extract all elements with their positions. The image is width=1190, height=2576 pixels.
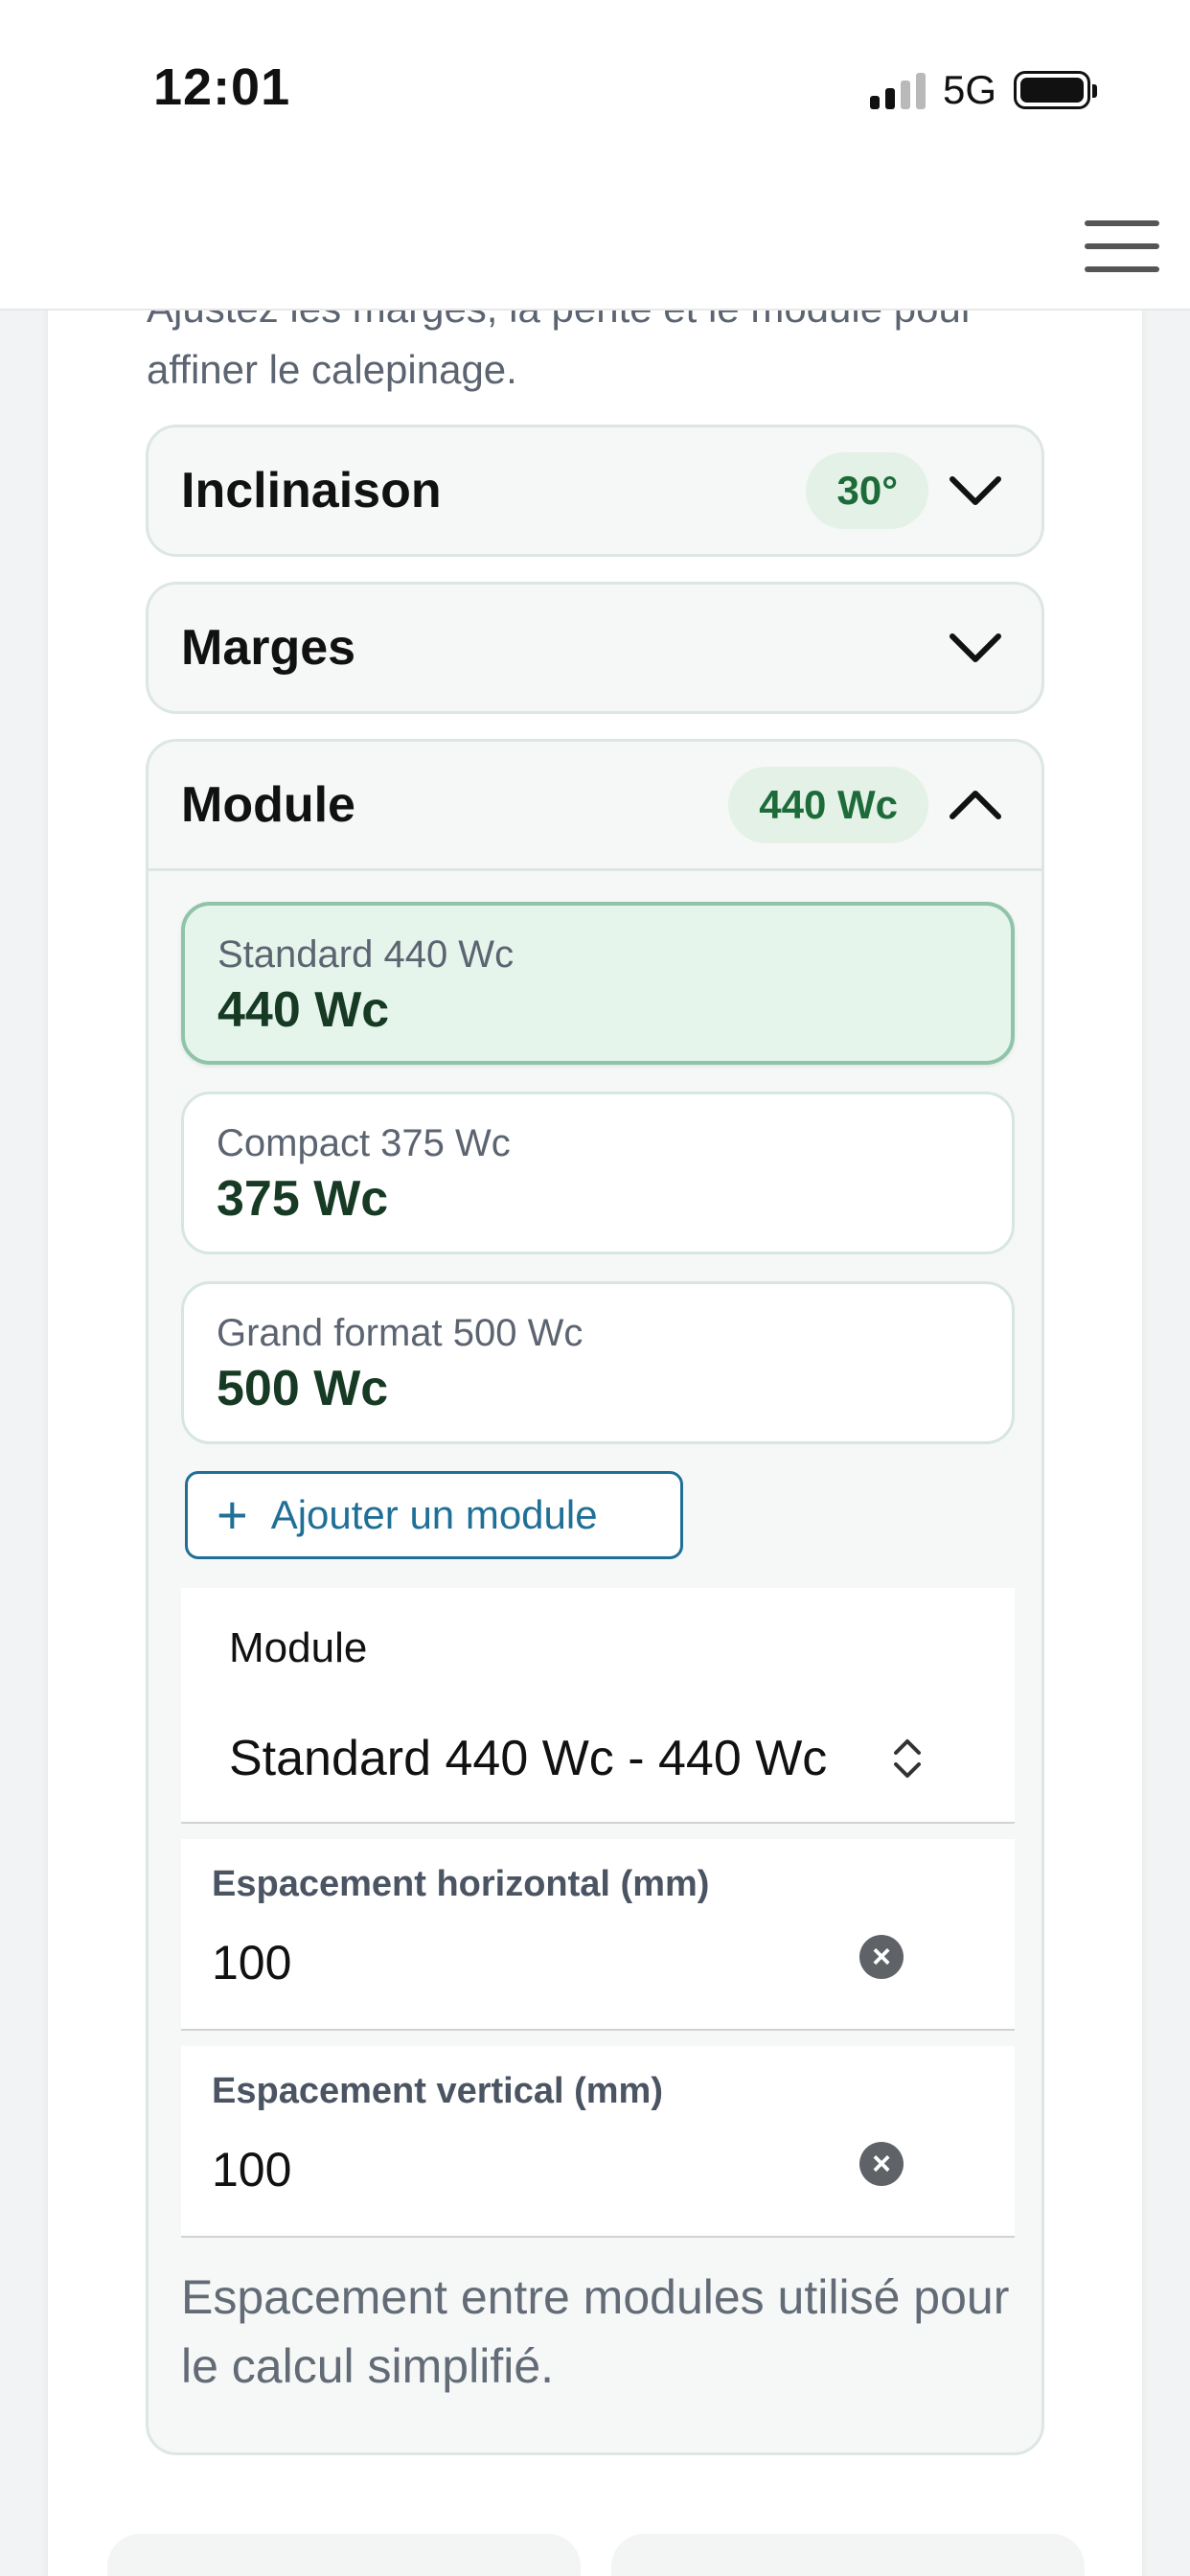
status-time: 12:01 (153, 58, 291, 116)
accordion-header-module[interactable]: Module 440 Wc (149, 742, 1041, 868)
module-select-label: Module (229, 1624, 368, 1671)
plus-icon: + (217, 1484, 248, 1545)
option-name: Compact 375 Wc (217, 1122, 511, 1164)
module-select-value[interactable]: Standard 440 Wc - 440 Wc (229, 1730, 827, 1787)
accordion-module: Module 440 Wc Standard 440 Wc 440 Wc Com… (146, 739, 1044, 2455)
network-type: 5G (942, 67, 996, 112)
module-option-grand-format[interactable]: Grand format 500 Wc 500 Wc (181, 1281, 1015, 1444)
clear-icon[interactable]: × (859, 2142, 904, 2186)
accordion-inclinaison: Inclinaison 30° (146, 425, 1044, 557)
horizontal-spacing-input[interactable]: 100 (212, 1935, 291, 1990)
module-badge: 440 Wc (728, 767, 928, 843)
spacing-help-text: Espacement entre modules utilisé pour le… (181, 2270, 1010, 2393)
vertical-spacing-label: Espacement vertical (mm) (212, 2071, 663, 2111)
accordion-title: Module (181, 777, 355, 833)
module-option-compact[interactable]: Compact 375 Wc 375 Wc (181, 1092, 1015, 1254)
horizontal-spacing-field[interactable]: Espacement horizontal (mm) 100 × (181, 1839, 1015, 2031)
battery-icon (1014, 71, 1097, 109)
accordion-title: Marges (181, 620, 356, 676)
accordion-header-inclinaison[interactable]: Inclinaison 30° (149, 427, 1041, 554)
bottom-tab-left[interactable] (107, 2534, 581, 2576)
menu-icon[interactable] (1085, 220, 1159, 272)
option-name: Grand format 500 Wc (217, 1312, 584, 1354)
chevron-up-icon[interactable] (942, 771, 1009, 839)
horizontal-spacing-label: Espacement horizontal (mm) (212, 1864, 710, 1904)
vertical-spacing-input[interactable]: 100 (212, 2142, 291, 2197)
option-power: 440 Wc (217, 982, 390, 1038)
accordion-header-marges[interactable]: Marges (149, 585, 1041, 711)
module-select[interactable]: Module Standard 440 Wc - 440 Wc (181, 1588, 1015, 1824)
signal-icon (869, 71, 926, 109)
status-indicators: 5G (869, 67, 1097, 113)
option-name: Standard 440 Wc (217, 933, 515, 976)
module-option-standard[interactable]: Standard 440 Wc 440 Wc (181, 902, 1015, 1065)
bottom-tab-right[interactable] (611, 2534, 1085, 2576)
chevron-down-icon[interactable] (942, 457, 1009, 524)
vertical-spacing-field[interactable]: Espacement vertical (mm) 100 × (181, 2046, 1015, 2238)
app-header (0, 172, 1190, 310)
option-power: 375 Wc (217, 1171, 389, 1227)
module-panel: Standard 440 Wc 440 Wc Compact 375 Wc 37… (149, 868, 1041, 2452)
chevron-updown-icon[interactable] (888, 1734, 927, 1783)
add-module-button[interactable]: + Ajouter un module (185, 1471, 683, 1559)
accordion-title: Inclinaison (181, 463, 442, 518)
accordion-marges: Marges (146, 582, 1044, 714)
add-module-label: Ajouter un module (270, 1492, 598, 1537)
inclinaison-badge: 30° (806, 452, 928, 529)
chevron-down-icon[interactable] (942, 614, 1009, 681)
option-power: 500 Wc (217, 1361, 389, 1416)
clear-icon[interactable]: × (859, 1935, 904, 1979)
status-bar: 12:01 5G (0, 0, 1190, 172)
